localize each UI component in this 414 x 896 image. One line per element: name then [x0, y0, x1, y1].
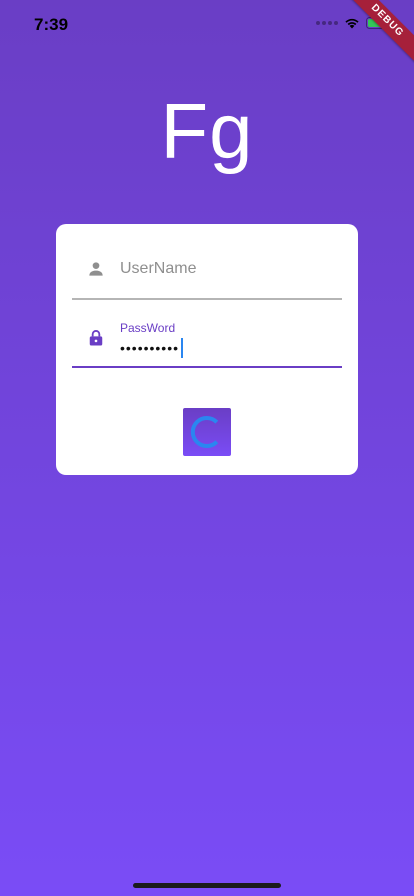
lock-icon	[89, 330, 103, 346]
login-submit-button[interactable]	[183, 408, 231, 456]
status-bar: 7:39	[0, 0, 414, 48]
password-value-row: ••••••••••	[120, 338, 184, 358]
home-indicator[interactable]	[133, 883, 281, 888]
password-field[interactable]: PassWord ••••••••••	[72, 314, 342, 368]
username-placeholder: UserName	[120, 260, 197, 277]
app-logo: Fg	[160, 87, 254, 175]
loading-spinner-icon	[190, 416, 219, 448]
username-field[interactable]: UserName	[72, 246, 342, 300]
status-time: 7:39	[34, 15, 69, 34]
password-label: PassWord	[120, 321, 176, 335]
text-cursor	[181, 338, 184, 358]
login-card: UserName PassWord ••••••••••	[56, 224, 358, 475]
person-icon	[89, 262, 103, 276]
wifi-icon	[345, 18, 359, 29]
password-masked-value: ••••••••••	[120, 340, 180, 356]
cellular-signal-icon	[316, 21, 338, 25]
